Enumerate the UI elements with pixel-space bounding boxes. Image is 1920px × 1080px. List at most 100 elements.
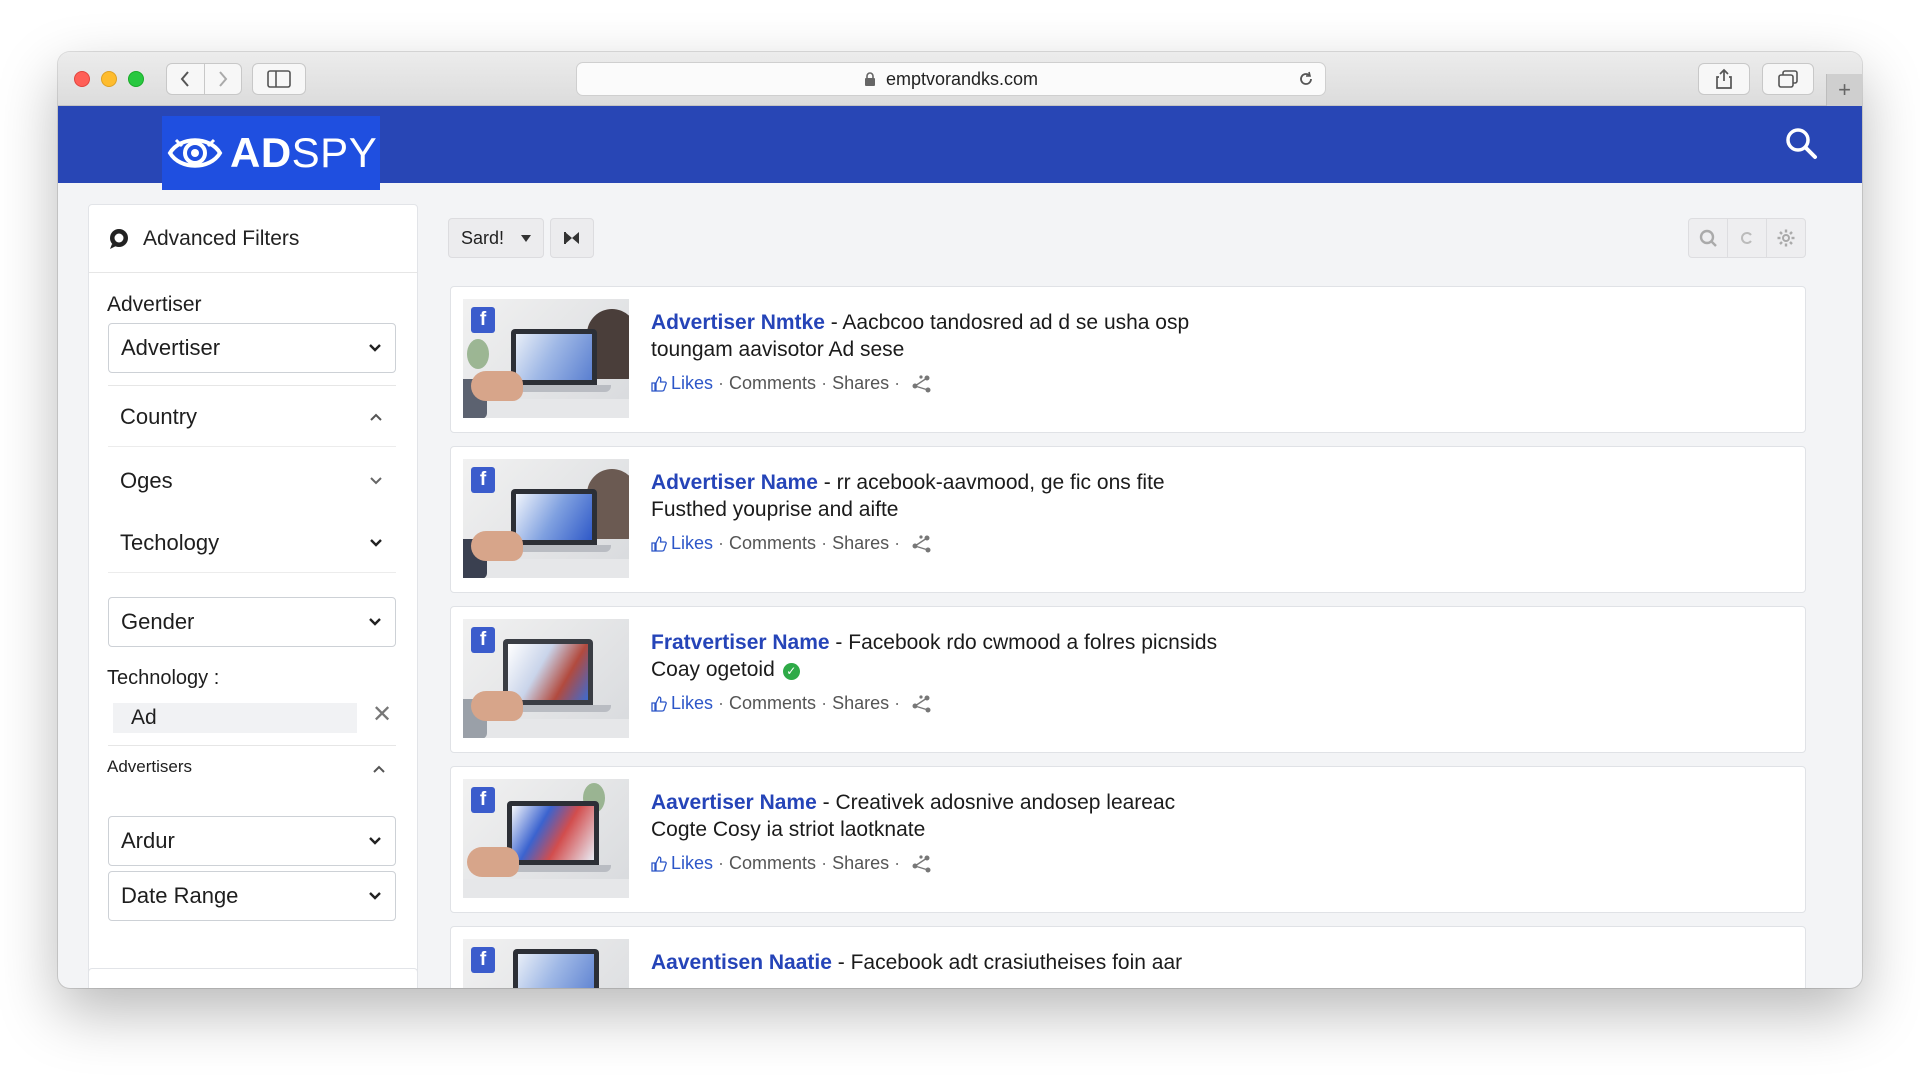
ad-card[interactable]: f Fratvertiser Name - Facebook rdo cwmoo… bbox=[450, 606, 1806, 753]
app-header: ADSPY bbox=[58, 106, 1862, 190]
network-icon[interactable] bbox=[911, 374, 933, 394]
advertiser-name-link[interactable]: Fratvertiser Name bbox=[651, 631, 830, 654]
ad-title: Advertiser Name - rr acebook-aavmood, ge… bbox=[651, 471, 1165, 494]
advertisers-label: Advertisers bbox=[107, 757, 193, 776]
back-button[interactable] bbox=[167, 64, 204, 94]
ad-title: Fratvertiser Name - Facebook rdo cwmood … bbox=[651, 631, 1218, 654]
lock-icon bbox=[864, 71, 875, 86]
divider bbox=[108, 745, 396, 746]
filters-sidebar: Advanced Filters Advertiser Advertiser C… bbox=[88, 204, 418, 979]
gender-select[interactable]: Gender bbox=[108, 597, 396, 647]
ad-card[interactable]: f Aaventisen Naatie - Facebook adt crasi… bbox=[450, 926, 1806, 988]
ad-thumbnail[interactable]: f bbox=[463, 459, 629, 578]
shares-link[interactable]: Shares bbox=[832, 853, 889, 874]
address-bar[interactable]: emptvorandks.com bbox=[576, 62, 1326, 96]
ad-thumbnail[interactable]: f bbox=[463, 779, 629, 898]
new-tab-button[interactable]: + bbox=[1826, 74, 1862, 106]
facebook-icon: f bbox=[471, 787, 495, 813]
search-ads-button[interactable] bbox=[1689, 219, 1727, 257]
divider bbox=[108, 385, 396, 386]
ad-card[interactable]: f Advertiser Nmtke - Aacbcoo tandosred a… bbox=[450, 286, 1806, 433]
chevron-down-icon bbox=[370, 477, 382, 485]
search-icon[interactable] bbox=[1784, 126, 1818, 160]
ad-card[interactable]: f Advertiser Name - rr acebook-aavmood, … bbox=[450, 446, 1806, 593]
comments-link[interactable]: Comments bbox=[729, 693, 816, 714]
tabs-overview-button[interactable] bbox=[1762, 63, 1814, 95]
thumbs-up-icon bbox=[651, 855, 667, 872]
remove-tag-icon[interactable]: ✕ bbox=[372, 700, 392, 729]
chevron-down-icon bbox=[369, 837, 381, 845]
thumbs-up-icon bbox=[651, 375, 667, 392]
likes-link[interactable]: Likes bbox=[671, 533, 713, 554]
ad-engagement: Likes · Comments · Shares · bbox=[651, 533, 933, 554]
ad-engagement: Likes · Comments · Shares · bbox=[651, 373, 933, 394]
network-icon[interactable] bbox=[911, 534, 933, 554]
facebook-icon: f bbox=[471, 627, 495, 653]
forward-button[interactable] bbox=[203, 64, 242, 94]
settings-button[interactable] bbox=[1766, 219, 1805, 257]
verified-check-icon: ✓ bbox=[782, 663, 800, 680]
thumbs-up-icon bbox=[651, 535, 667, 552]
thumbs-up-icon bbox=[651, 695, 667, 712]
chevron-up-icon[interactable] bbox=[371, 761, 387, 777]
chevron-down-icon bbox=[369, 892, 381, 900]
comments-link[interactable]: Comments bbox=[729, 533, 816, 554]
chevron-right-icon bbox=[218, 71, 228, 87]
comments-link[interactable]: Comments bbox=[729, 853, 816, 874]
maximize-window-button[interactable] bbox=[128, 71, 144, 87]
network-icon[interactable] bbox=[911, 694, 933, 714]
sidebar-toggle-button[interactable] bbox=[252, 63, 306, 95]
advertiser-name-link[interactable]: Advertiser Nmtke bbox=[651, 311, 825, 334]
ad-thumbnail[interactable]: f bbox=[463, 299, 629, 418]
chevron-down-icon bbox=[370, 538, 382, 547]
ad-thumbnail[interactable]: f bbox=[463, 619, 629, 738]
view-tools bbox=[1688, 218, 1806, 258]
advertiser-name-link[interactable]: Advertiser Name bbox=[651, 471, 818, 494]
oges-filter-toggle[interactable]: Oges bbox=[108, 451, 396, 511]
history-nav bbox=[166, 63, 242, 95]
techology-filter-toggle[interactable]: Techology bbox=[108, 513, 396, 573]
likes-link[interactable]: Likes bbox=[671, 373, 713, 394]
shares-link[interactable]: Shares bbox=[832, 533, 889, 554]
refresh-button[interactable] bbox=[1727, 219, 1766, 257]
ad-card[interactable]: f Aavertiser Name - Creativek adosnive a… bbox=[450, 766, 1806, 913]
advertiser-label: Advertiser bbox=[107, 293, 202, 316]
view-toggle-button[interactable] bbox=[550, 218, 594, 258]
ad-title: Aavertiser Name - Creativek adosnive and… bbox=[651, 791, 1176, 814]
likes-link[interactable]: Likes bbox=[671, 693, 713, 714]
tabs-icon bbox=[1778, 70, 1798, 88]
share-icon bbox=[1716, 68, 1732, 89]
shares-link[interactable]: Shares bbox=[832, 373, 889, 394]
browser-window: emptvorandks.com + ADSPY Advanced Filter bbox=[58, 52, 1862, 988]
ardur-select[interactable]: Ardur bbox=[108, 816, 396, 866]
shares-link[interactable]: Shares bbox=[832, 693, 889, 714]
facebook-icon: f bbox=[471, 947, 495, 973]
date-range-select[interactable]: Date Range bbox=[108, 871, 396, 921]
sidebar-title: Advanced Filters bbox=[143, 226, 300, 250]
ad-thumbnail[interactable]: f bbox=[463, 939, 629, 988]
advertiser-select[interactable]: Advertiser bbox=[108, 323, 396, 373]
ad-subtitle: Coay ogetoid ✓ bbox=[651, 658, 800, 682]
advertiser-name-link[interactable]: Aavertiser Name bbox=[651, 791, 817, 814]
ad-title: Aaventisen Naatie - Facebook adt crasiut… bbox=[651, 951, 1183, 974]
reload-icon[interactable] bbox=[1297, 70, 1315, 88]
ad-title: Advertiser Nmtke - Aacbcoo tandosred ad … bbox=[651, 311, 1190, 334]
comments-link[interactable]: Comments bbox=[729, 373, 816, 394]
gear-icon bbox=[1777, 229, 1795, 247]
sort-select[interactable]: Sard! bbox=[448, 218, 544, 258]
minimize-window-button[interactable] bbox=[101, 71, 117, 87]
chevron-up-icon bbox=[370, 413, 382, 421]
country-filter-toggle[interactable]: Country bbox=[108, 387, 396, 447]
technology-tag: Ad bbox=[113, 703, 357, 733]
eye-logo-icon bbox=[167, 138, 223, 168]
likes-link[interactable]: Likes bbox=[671, 853, 713, 874]
share-button[interactable] bbox=[1698, 63, 1750, 95]
technology-label: Technology : bbox=[107, 667, 220, 689]
ad-engagement: Likes · Comments · Shares · bbox=[651, 853, 933, 874]
chevron-down-icon bbox=[369, 344, 381, 352]
advertiser-name-link[interactable]: Aaventisen Naatie bbox=[651, 951, 832, 974]
caret-down-icon bbox=[521, 235, 531, 242]
network-icon[interactable] bbox=[911, 854, 933, 874]
close-window-button[interactable] bbox=[74, 71, 90, 87]
logo[interactable]: ADSPY bbox=[162, 116, 380, 190]
